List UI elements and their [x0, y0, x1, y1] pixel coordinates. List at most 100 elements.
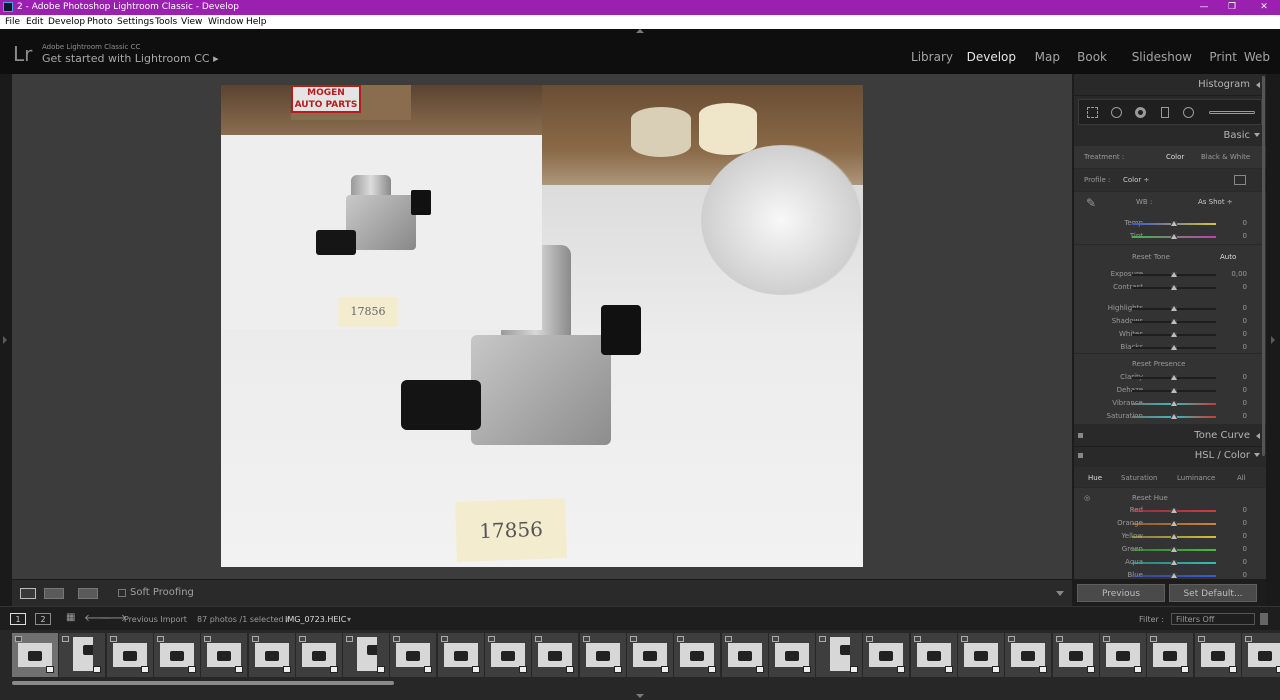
wb-dropdown[interactable]: As Shot ÷ — [1198, 198, 1233, 206]
set-default-button[interactable]: Set Default... — [1169, 584, 1257, 602]
basic-collapse-icon[interactable] — [1254, 133, 1260, 137]
slider-temp[interactable] — [1132, 221, 1216, 226]
bottom-panel-toggle-icon[interactable] — [636, 694, 644, 698]
slider-thumb[interactable] — [1171, 375, 1177, 380]
slider-value-blacks[interactable]: 0 — [1243, 343, 1247, 351]
filmstrip-thumbnail[interactable] — [201, 633, 248, 677]
module-library[interactable]: Library — [911, 50, 953, 64]
filmstrip-thumbnail[interactable] — [1052, 633, 1099, 677]
targeted-adjust-icon[interactable]: ◎ — [1084, 494, 1090, 502]
slider-value-clarity[interactable]: 0 — [1243, 373, 1247, 381]
filmstrip[interactable] — [0, 630, 1280, 700]
reset-tone-button[interactable]: Reset Tone — [1132, 253, 1170, 261]
slider-vibrance[interactable] — [1132, 401, 1216, 406]
left-panel-edge[interactable] — [0, 74, 12, 606]
slider-value-green[interactable]: 0 — [1243, 545, 1247, 553]
slider-value-orange[interactable]: 0 — [1243, 519, 1247, 527]
brush-tool-icon[interactable] — [1209, 111, 1255, 114]
profile-dropdown[interactable]: Color ÷ — [1123, 176, 1149, 184]
filename-dropdown-icon[interactable]: ▾ — [347, 615, 351, 624]
filmstrip-thumbnail[interactable] — [153, 633, 200, 677]
filter-lock-icon[interactable] — [1260, 613, 1268, 625]
filmstrip-filename[interactable]: IMG_0723.HEIC — [285, 615, 346, 624]
slider-blacks[interactable] — [1132, 345, 1216, 350]
slider-thumb[interactable] — [1171, 345, 1177, 350]
slider-value-highlights[interactable]: 0 — [1243, 304, 1247, 312]
slider-blue[interactable] — [1132, 573, 1216, 578]
treatment-color-button[interactable]: Color — [1166, 153, 1184, 161]
crop-tool-icon[interactable] — [1087, 107, 1098, 118]
slider-exposure[interactable] — [1132, 272, 1216, 277]
filmstrip-thumbnail[interactable] — [12, 633, 58, 677]
slider-shadows[interactable] — [1132, 319, 1216, 324]
module-print[interactable]: Print — [1209, 50, 1237, 64]
slider-thumb[interactable] — [1171, 521, 1177, 526]
slider-green[interactable] — [1132, 547, 1216, 552]
spot-removal-tool-icon[interactable] — [1111, 107, 1122, 118]
filmstrip-thumbnail[interactable] — [816, 633, 863, 677]
basic-header[interactable]: Basic — [1074, 127, 1266, 145]
slider-thumb[interactable] — [1171, 414, 1177, 419]
main-photo[interactable]: 17856 MOGEN AUTO PARTS 17856 — [221, 85, 863, 567]
filmstrip-thumbnail[interactable] — [343, 633, 390, 677]
slider-value-blue[interactable]: 0 — [1243, 571, 1247, 579]
filmstrip-thumbnail[interactable] — [1099, 633, 1146, 677]
module-web[interactable]: Web — [1244, 50, 1270, 64]
hsl-tab-luminance[interactable]: Luminance — [1177, 474, 1215, 482]
grid-view-icon[interactable]: ▦ — [66, 612, 75, 623]
loupe-view-button[interactable] — [20, 588, 36, 599]
filmstrip-thumbnail[interactable] — [721, 633, 768, 677]
previous-button[interactable]: Previous — [1077, 584, 1165, 602]
filter-dropdown[interactable]: Filters Off — [1171, 613, 1255, 625]
slider-thumb[interactable] — [1171, 234, 1177, 239]
red-eye-tool-icon[interactable] — [1135, 107, 1146, 118]
top-panel-toggle-icon[interactable] — [636, 29, 644, 33]
radial-filter-icon[interactable] — [1183, 107, 1194, 118]
menu-help[interactable]: Help — [246, 15, 267, 29]
hsl-collapse-icon[interactable] — [1254, 453, 1260, 457]
histogram-collapse-icon[interactable] — [1256, 82, 1260, 88]
hsl-tab-all[interactable]: All — [1237, 474, 1246, 482]
slider-orange[interactable] — [1132, 521, 1216, 526]
slider-value-exposure[interactable]: 0,00 — [1231, 270, 1247, 278]
filmstrip-thumbnail[interactable] — [1241, 633, 1280, 677]
filmstrip-thumbnail[interactable] — [295, 633, 342, 677]
profile-browser-icon[interactable] — [1234, 175, 1246, 185]
module-develop[interactable]: Develop — [967, 50, 1016, 64]
graduated-filter-icon[interactable] — [1161, 107, 1169, 118]
filmstrip-thumbnail[interactable] — [768, 633, 815, 677]
hsl-header[interactable]: HSL / Color — [1074, 447, 1266, 465]
reset-presence-button[interactable]: Reset Presence — [1132, 360, 1185, 368]
panel-scrollbar[interactable] — [1262, 76, 1265, 456]
image-canvas[interactable]: 17856 MOGEN AUTO PARTS 17856 — [12, 74, 1072, 579]
filmstrip-source[interactable]: Previous Import — [124, 615, 187, 624]
slider-whites[interactable] — [1132, 332, 1216, 337]
slider-red[interactable] — [1132, 508, 1216, 513]
slider-thumb[interactable] — [1171, 319, 1177, 324]
slider-thumb[interactable] — [1171, 221, 1177, 226]
filmstrip-scrollbar[interactable] — [12, 681, 394, 685]
filmstrip-thumbnail[interactable] — [248, 633, 295, 677]
second-screen-button[interactable]: 2 — [35, 613, 51, 625]
before-after-split-button[interactable] — [78, 588, 98, 599]
filmstrip-thumbnail[interactable] — [390, 633, 437, 677]
menu-develop[interactable]: Develop — [48, 15, 85, 29]
toolbar-options-dropdown-icon[interactable] — [1056, 591, 1064, 596]
slider-contrast[interactable] — [1132, 285, 1216, 290]
hsl-toggle[interactable] — [1078, 453, 1083, 458]
filmstrip-thumbnail[interactable] — [958, 633, 1004, 677]
before-after-button[interactable] — [44, 588, 64, 599]
slider-thumb[interactable] — [1171, 534, 1177, 539]
menu-photo[interactable]: Photo — [87, 15, 113, 29]
slider-value-aqua[interactable]: 0 — [1243, 558, 1247, 566]
filmstrip-thumbnail[interactable] — [59, 633, 106, 677]
slider-value-contrast[interactable]: 0 — [1243, 283, 1247, 291]
filmstrip-thumbnail[interactable] — [437, 633, 484, 677]
slider-thumb[interactable] — [1171, 560, 1177, 565]
filmstrip-thumbnail[interactable] — [910, 633, 957, 677]
slider-highlights[interactable] — [1132, 306, 1216, 311]
right-panel-arrow-icon[interactable] — [1271, 336, 1275, 344]
wb-eyedropper-icon[interactable]: ✎ — [1086, 196, 1096, 210]
menu-edit[interactable]: Edit — [26, 15, 43, 29]
filmstrip-thumbnail[interactable] — [674, 633, 721, 677]
